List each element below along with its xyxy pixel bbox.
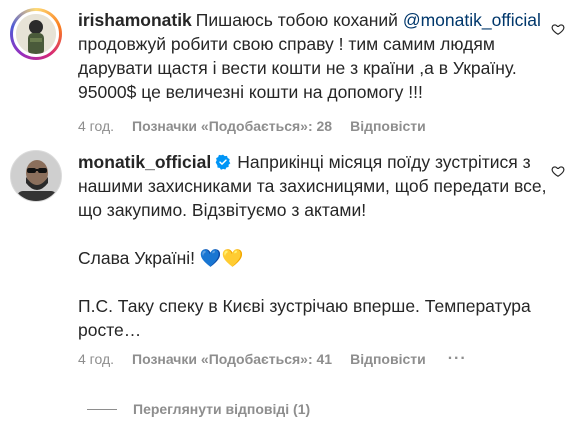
comment-meta: 4 год. Позначки «Подобається»: 41 Відпов… — [78, 350, 467, 368]
replies-divider — [87, 408, 117, 410]
comment-paragraph: П.С. Таку спеку в Києві зустрічаю вперше… — [78, 296, 531, 340]
avatar-irishamonatik[interactable] — [10, 8, 62, 60]
reply-button[interactable]: Відповісти — [350, 351, 426, 367]
avatar-monatik-official[interactable] — [10, 150, 62, 202]
comment-meta: 4 год. Позначки «Подобається»: 28 Відпов… — [78, 118, 426, 134]
reply-button[interactable]: Відповісти — [350, 118, 426, 134]
username[interactable]: irishamonatik — [78, 10, 192, 30]
comment-text: irishamonatik Пишаюсь тобою коханий @mona… — [78, 10, 541, 102]
view-replies-label: Переглянути відповіді (1) — [133, 401, 311, 417]
comment-text: monatik_official Наприкінці місяця поїду … — [78, 150, 573, 342]
more-options-icon[interactable]: ··· — [448, 350, 467, 368]
likes-count[interactable]: Позначки «Подобається»: 41 — [132, 351, 332, 367]
username[interactable]: monatik_official — [78, 152, 211, 172]
timestamp: 4 год. — [78, 351, 115, 367]
comment-body: irishamonatik Пишаюсь тобою коханий @mona… — [78, 8, 573, 104]
heart-outline-icon[interactable] — [551, 22, 565, 36]
mention-link[interactable]: @monatik_official — [403, 10, 541, 30]
timestamp: 4 год. — [78, 118, 115, 134]
comment-paragraph: Слава Україні! 💙💛 — [78, 248, 244, 268]
heart-outline-icon[interactable] — [551, 164, 565, 178]
comment-body: monatik_official Наприкінці місяця поїду … — [78, 150, 573, 342]
view-replies-button[interactable]: Переглянути відповіді (1) — [87, 401, 310, 417]
likes-count[interactable]: Позначки «Подобається»: 28 — [132, 118, 332, 134]
verified-badge-icon — [215, 154, 231, 170]
